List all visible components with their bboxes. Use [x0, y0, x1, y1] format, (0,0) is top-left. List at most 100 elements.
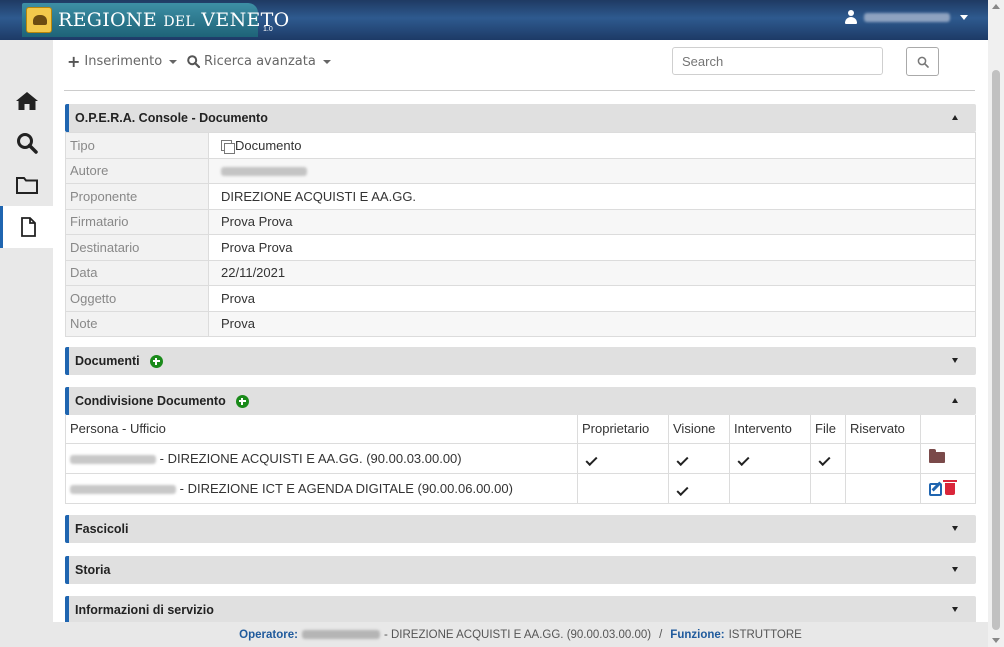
sharing-table: Persona - Ufficio Proprietario Visione I…: [65, 415, 976, 504]
column-header: Visione: [668, 415, 730, 444]
collapse-icon: [952, 398, 958, 403]
advanced-search-menu[interactable]: Ricerca avanzata: [187, 54, 331, 69]
trash-icon[interactable]: [943, 480, 957, 496]
documents-panel-header[interactable]: Documenti: [65, 347, 976, 375]
persona-ufficio-cell: - DIREZIONE ICT E AGENDA DIGITALE (90.00…: [65, 472, 578, 504]
panel-title: Condivisione Documento: [75, 394, 226, 408]
field-label: Oggetto: [65, 285, 209, 312]
scroll-down-icon[interactable]: [992, 638, 1000, 643]
info-panel-header[interactable]: Informazioni di servizio: [65, 596, 976, 624]
sidebar-item-folder[interactable]: [0, 164, 53, 206]
function-value: ISTRUTTORE: [728, 628, 802, 641]
search-input[interactable]: [672, 47, 883, 75]
table-row: Data 22/11/2021: [65, 259, 976, 286]
collapse-icon: [952, 115, 958, 120]
actions-cell: [920, 442, 976, 474]
visione-cell: [668, 442, 730, 474]
caret-down-icon: [169, 59, 178, 64]
main-content: + Inserimento Ricerca avanzata O.P.E.R.A…: [53, 40, 988, 647]
search-icon: [16, 133, 38, 154]
column-header: File: [810, 415, 846, 444]
table-row: Note Prova: [65, 310, 976, 337]
storia-panel: Storia: [65, 556, 976, 584]
function-label: Funzione:: [670, 628, 725, 641]
riservato-cell: [845, 472, 921, 504]
folder-icon: [15, 177, 38, 194]
search-icon: [187, 55, 200, 68]
redacted-author: [221, 167, 307, 177]
storia-panel-header[interactable]: Storia: [65, 556, 976, 584]
check-icon: [737, 453, 750, 466]
caret-down-icon: [322, 59, 331, 64]
edit-icon[interactable]: [929, 482, 942, 496]
office-label: - DIREZIONE ICT E AGENDA DIGITALE (90.00…: [179, 480, 513, 496]
folder-icon[interactable]: [929, 448, 945, 463]
field-value: Prova: [208, 310, 976, 337]
check-icon: [676, 483, 689, 496]
table-row: Firmatario Prova Prova: [65, 208, 976, 235]
file-cell: [810, 442, 846, 474]
table-row: - DIREZIONE ACQUISTI E AA.GG. (90.00.03.…: [65, 442, 976, 474]
logo[interactable]: REGIONE DEL VENETO: [22, 3, 289, 37]
column-header: Proprietario: [577, 415, 669, 444]
search-button[interactable]: [906, 47, 939, 76]
operator-office: - DIREZIONE ACQUISTI E AA.GG. (90.00.03.…: [383, 628, 652, 641]
table-row: - DIREZIONE ICT E AGENDA DIGITALE (90.00…: [65, 472, 976, 504]
user-name-redacted: [864, 12, 950, 22]
field-label: Firmatario: [65, 208, 209, 235]
actions-header: [920, 415, 976, 444]
document-details-table: Tipo Documento Autore Proponente DIREZIO…: [65, 132, 976, 337]
add-document-icon[interactable]: [149, 354, 163, 368]
field-value: Prova Prova: [208, 234, 976, 261]
status-footer: Operatore: - DIREZIONE ACQUISTI E AA.GG.…: [53, 622, 988, 647]
insert-menu[interactable]: + Inserimento: [67, 53, 178, 69]
crest-icon: [26, 7, 52, 33]
sidebar-item-home[interactable]: [0, 80, 53, 122]
scroll-up-icon[interactable]: [992, 4, 1000, 9]
top-bar: REGIONE DEL VENETO 1.0: [0, 0, 988, 40]
field-label: Destinatario: [65, 234, 209, 261]
sharing-panel: Condivisione Documento Persona - Ufficio…: [65, 387, 976, 504]
table-header-row: Persona - Ufficio Proprietario Visione I…: [65, 415, 976, 444]
expand-icon: [952, 526, 958, 531]
document-icon: [221, 139, 235, 154]
persona-ufficio-cell: - DIREZIONE ACQUISTI E AA.GG. (90.00.03.…: [65, 442, 578, 474]
field-label: Note: [65, 310, 209, 337]
table-row: Autore: [65, 157, 976, 184]
sharing-panel-header[interactable]: Condivisione Documento: [65, 387, 976, 415]
file-cell: [810, 472, 846, 504]
table-row: Destinatario Prova Prova: [65, 234, 976, 261]
panel-title: Informazioni di servizio: [75, 603, 214, 617]
panel-title: Storia: [75, 563, 111, 577]
fascicoli-panel-header[interactable]: Fascicoli: [65, 515, 976, 543]
scroll-thumb[interactable]: [992, 70, 1000, 630]
table-row: Tipo Documento: [65, 132, 976, 159]
sidebar-item-document[interactable]: [0, 206, 53, 248]
footer-separator: /: [659, 628, 663, 641]
sidebar: [0, 40, 53, 647]
info-panel: Informazioni di servizio: [65, 596, 976, 624]
version-label: 1.0: [263, 26, 273, 33]
add-share-icon[interactable]: [235, 394, 249, 408]
expand-icon: [952, 607, 958, 612]
document-panel: O.P.E.R.A. Console - Documento Tipo Docu…: [65, 104, 976, 337]
user-menu[interactable]: [844, 10, 968, 24]
home-icon: [15, 92, 38, 110]
toolbar-divider: [64, 90, 975, 91]
field-label: Autore: [65, 157, 209, 184]
search-icon: [917, 56, 929, 68]
field-value: 22/11/2021: [208, 259, 976, 286]
vertical-scrollbar[interactable]: [988, 0, 1004, 647]
redacted-operator: [301, 630, 380, 639]
chevron-down-icon: [960, 14, 968, 20]
proprietario-cell: [577, 472, 669, 504]
toolbar: + Inserimento Ricerca avanzata: [53, 40, 988, 90]
office-label: - DIREZIONE ACQUISTI E AA.GG. (90.00.03.…: [159, 450, 462, 466]
sidebar-item-search[interactable]: [0, 122, 53, 164]
field-value: Prova: [208, 285, 976, 312]
expand-icon: [952, 567, 958, 572]
column-header: Intervento: [729, 415, 811, 444]
file-icon: [21, 217, 36, 237]
riservato-cell: [845, 442, 921, 474]
document-panel-header[interactable]: O.P.E.R.A. Console - Documento: [65, 104, 976, 132]
